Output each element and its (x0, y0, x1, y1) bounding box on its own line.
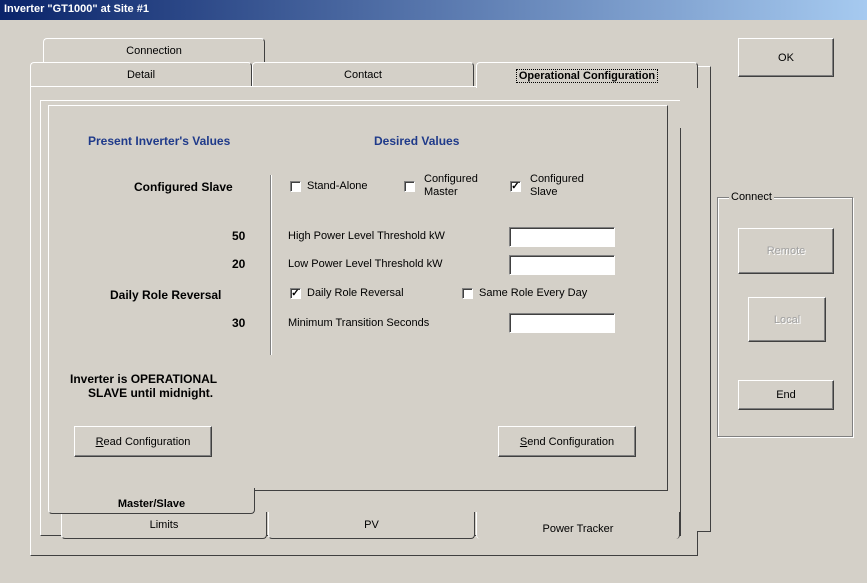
desired-values-heading: Desired Values (374, 134, 460, 148)
status-text-line2: SLAVE until midnight. (88, 386, 214, 400)
high-power-threshold-label: High Power Level Threshold kW (288, 230, 445, 242)
window-title: Inverter "GT1000" at Site #1 (4, 3, 149, 15)
configured-slave-label-2: Slave (530, 186, 558, 198)
min-transition-label: Minimum Transition Seconds (288, 317, 430, 329)
stand-alone-checkbox[interactable] (290, 181, 301, 192)
local-button[interactable]: Local (748, 297, 826, 342)
tab-master-slave[interactable]: Master/Slave (48, 488, 255, 514)
tab-detail[interactable]: Detail (30, 62, 252, 86)
inner-right-edge (680, 128, 681, 536)
end-button[interactable]: End (738, 380, 834, 410)
send-configuration-button[interactable]: Send Configuration (498, 426, 636, 457)
status-text-line1: Inverter is OPERATIONAL (70, 372, 218, 386)
title-bar: Inverter "GT1000" at Site #1 (0, 0, 867, 20)
configured-master-label-2: Master (424, 186, 458, 198)
tab-operational-configuration[interactable]: Operational Configuration (476, 62, 698, 88)
configured-slave-label-1: Configured (530, 173, 584, 185)
low-power-threshold-label: Low Power Level Threshold kW (288, 258, 443, 270)
present-high-power-value: 50 (232, 229, 246, 243)
ok-button[interactable]: OK (738, 38, 834, 77)
tab-limits[interactable]: Limits (61, 512, 267, 539)
configured-slave-checkbox[interactable]: ✓ (510, 181, 521, 192)
same-role-every-day-checkbox[interactable] (462, 288, 473, 299)
min-transition-input[interactable] (509, 313, 615, 333)
connect-group-label: Connect (729, 191, 774, 203)
tab-power-tracker[interactable]: Power Tracker (476, 512, 680, 539)
present-values-heading: Present Inverter's Values (88, 134, 231, 148)
high-power-threshold-input[interactable] (509, 227, 615, 247)
daily-role-reversal-checkbox[interactable]: ✓ (290, 288, 301, 299)
stand-alone-label: Stand-Alone (307, 180, 368, 192)
tab-pv[interactable]: PV (268, 512, 475, 539)
present-role-value: Configured Slave (134, 180, 233, 194)
present-daily-reversal: Daily Role Reversal (110, 288, 222, 302)
configured-master-label-1: Configured (424, 173, 478, 185)
tab-contact[interactable]: Contact (252, 62, 474, 86)
tab-connection[interactable]: Connection (43, 38, 265, 62)
column-divider (270, 175, 272, 355)
same-role-every-day-label: Same Role Every Day (479, 287, 588, 299)
present-low-power-value: 20 (232, 257, 246, 271)
low-power-threshold-input[interactable] (509, 255, 615, 275)
read-configuration-button[interactable]: Read Configuration (74, 426, 212, 457)
present-min-transition-value: 30 (232, 316, 246, 330)
stacked-page-back (697, 66, 711, 532)
remote-button[interactable]: Remote (738, 228, 834, 274)
configured-master-checkbox[interactable] (404, 181, 415, 192)
daily-role-reversal-label: Daily Role Reversal (307, 287, 404, 299)
